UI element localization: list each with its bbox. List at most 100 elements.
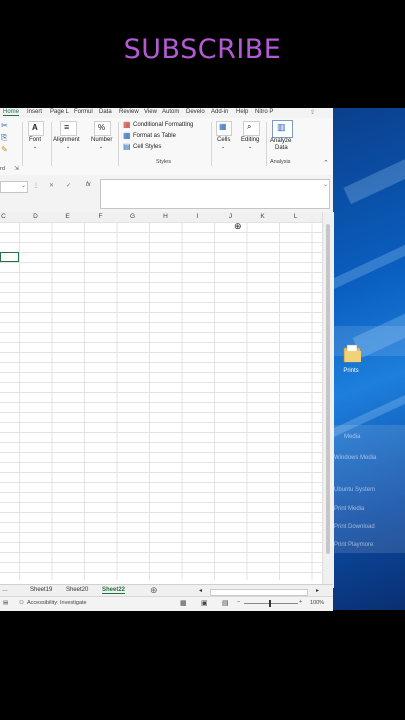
analyze-data-label-line2: Data [275, 145, 288, 151]
styles-group-label: Styles [156, 159, 171, 165]
zoom-out-icon[interactable]: − [237, 599, 240, 605]
more-icon[interactable]: ⋮ [33, 182, 39, 189]
desktop-ghost-text: Print Media [334, 506, 365, 512]
tab-nitro[interactable]: Nitro P [255, 109, 273, 115]
accessibility-status[interactable]: Accessibility: Investigate [27, 600, 87, 606]
formula-input[interactable] [100, 179, 330, 209]
selected-cell[interactable] [0, 252, 19, 262]
formula-bar-area: ⌄ ⋮ ✕ ✓ fx ⌄ [0, 175, 333, 213]
desktop-ghost-text: Media [344, 434, 361, 440]
alignment-button[interactable]: ≡ [60, 121, 77, 136]
ribbon-tabs: Home Insert Page L Formul Data Review Vi… [0, 108, 333, 118]
tab-developer[interactable]: Develo [186, 109, 205, 115]
share-icon[interactable]: ⇪ [310, 109, 315, 116]
scroll-right-icon[interactable]: ▸ [316, 587, 319, 594]
column-header[interactable]: D [19, 213, 52, 220]
zoom-in-icon[interactable]: + [299, 599, 302, 605]
sheet-mode-icon: ▤ [3, 600, 9, 606]
desktop-ghost-text: Windows Media [334, 455, 377, 461]
column-header[interactable]: L [279, 213, 312, 220]
format-as-table-icon: ▦ [123, 131, 131, 140]
sheet-tab[interactable]: Sheet20 [66, 587, 88, 593]
chevron-down-icon[interactable]: ⌄ [21, 182, 26, 189]
collapse-ribbon-icon[interactable]: ⌃ [323, 159, 329, 167]
tab-formulas[interactable]: Formul [74, 109, 93, 115]
column-header[interactable]: H [149, 213, 182, 220]
page-layout-view-icon[interactable]: ▣ [201, 599, 208, 607]
column-header[interactable]: G [116, 213, 149, 220]
chevron-down-icon: ⌄ [33, 144, 38, 150]
cell-styles-button[interactable]: Cell Styles [133, 144, 161, 150]
tab-home[interactable]: Home [3, 109, 20, 116]
chevron-down-icon: ⌄ [66, 144, 71, 150]
folder-icon[interactable] [342, 343, 364, 365]
align-icon: ≡ [64, 122, 70, 132]
analyze-data-label: Analyze [270, 138, 292, 144]
column-header[interactable]: E [51, 213, 84, 220]
cells-label: Cells [217, 137, 231, 143]
expand-formula-icon[interactable]: ⌄ [323, 181, 328, 188]
number-label: Number [91, 137, 113, 143]
search-icon: ⌕ [247, 122, 252, 131]
desktop-ghost-text: Ubuntu System [334, 487, 376, 493]
enter-icon[interactable]: ✓ [66, 182, 71, 189]
font-button[interactable]: A [28, 121, 44, 136]
accessibility-icon: ⚇ [19, 600, 24, 606]
tab-insert[interactable]: Insert [27, 109, 42, 115]
column-header[interactable]: F [84, 213, 117, 220]
page-break-view-icon[interactable]: ▤ [222, 599, 229, 607]
analyze-data-icon: ▥ [277, 122, 286, 132]
desktop-icon-label: Prints [343, 368, 359, 374]
sheet-tab-active[interactable]: Sheet22 [102, 587, 126, 594]
zoom-slider[interactable] [244, 603, 298, 604]
editing-label: Editing [241, 137, 260, 143]
desktop-ghost-text: Print Download [334, 524, 375, 530]
column-header[interactable]: C [0, 213, 20, 220]
analysis-group-label: Analysis [270, 159, 291, 165]
sheet-tab[interactable]: Sheet19 [30, 587, 52, 593]
cell-styles-icon: ▤ [123, 142, 131, 151]
editing-button[interactable]: ⌕ [243, 121, 260, 136]
chevron-down-icon: ⌄ [248, 144, 253, 150]
copy-icon[interactable]: ⎘ [1, 133, 7, 143]
cells-button[interactable]: ▦ [216, 121, 232, 136]
format-as-table-button[interactable]: Format as Table [133, 133, 176, 139]
conditional-formatting-button[interactable]: Conditional Formatting [133, 122, 193, 128]
number-button[interactable]: % [94, 121, 111, 136]
analyze-data-button[interactable]: ▥ [272, 120, 293, 138]
subscribe-overlay: SUBSCRIBE [123, 34, 282, 65]
zoom-level[interactable]: 100% [310, 600, 324, 606]
tab-automate[interactable]: Autom [162, 109, 179, 115]
ribbon: ✂ ⎘ ✎ rd ⇲ A Font ⌄ ≡ Alignment ⌄ % Numb… [0, 118, 333, 176]
font-label: Font [29, 137, 42, 143]
tab-page-layout[interactable]: Page L [50, 109, 69, 115]
tab-review[interactable]: Review [119, 109, 139, 115]
normal-view-icon[interactable]: ▦ [180, 599, 187, 607]
tab-help[interactable]: Help [236, 109, 248, 115]
status-bar: ▤ ⚇ Accessibility: Investigate ▦ ▣ ▤ − +… [0, 596, 333, 611]
column-header[interactable]: K [246, 213, 279, 220]
dialog-launcher-icon[interactable]: ⇲ [14, 165, 19, 172]
clipboard-group-label: rd [0, 166, 5, 172]
alignment-label: Alignment [53, 137, 80, 143]
insert-function-icon[interactable]: fx [86, 182, 91, 188]
tab-add-ins[interactable]: Add-in [211, 109, 228, 115]
cancel-icon[interactable]: ✕ [49, 182, 54, 189]
cell-grid[interactable] [0, 222, 322, 580]
scroll-left-icon[interactable]: ◂ [199, 587, 202, 594]
mouse-cursor-icon: ⊕ [234, 221, 242, 231]
add-sheet-icon[interactable]: ⊕ [150, 585, 158, 596]
horizontal-scrollbar[interactable] [210, 589, 308, 596]
more-sheets-icon[interactable]: … [2, 587, 8, 593]
column-header[interactable]: I [181, 213, 214, 220]
tab-view[interactable]: View [144, 109, 157, 115]
zoom-slider-thumb[interactable] [269, 600, 271, 607]
format-painter-icon[interactable]: ✎ [1, 145, 8, 154]
column-header[interactable]: J [214, 213, 247, 220]
percent-icon: % [98, 123, 106, 132]
cut-icon[interactable]: ✂ [1, 121, 8, 130]
tab-data[interactable]: Data [99, 109, 112, 115]
desktop-ghost-text: Print Playmore [334, 542, 374, 548]
conditional-formatting-icon: ▦ [123, 120, 131, 129]
vertical-scroll-thumb[interactable] [326, 224, 330, 554]
